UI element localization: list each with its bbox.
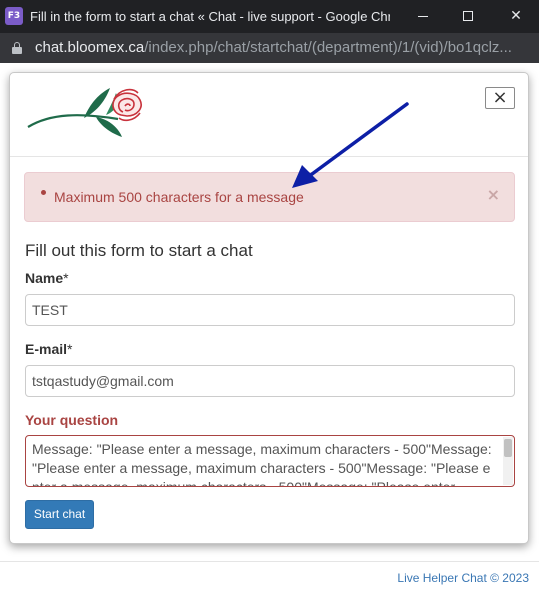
footer-link[interactable]: Live Helper Chat © 2023 [397,571,529,585]
start-chat-button[interactable]: Start chat [25,500,94,529]
question-textarea[interactable]: Message: "Please enter a message, maximu… [25,435,515,487]
question-text: Message: "Please enter a message, maximu… [32,441,492,487]
alert-close-button[interactable]: × [487,185,500,204]
close-icon: ✕ [510,8,522,24]
name-label-text: Name [25,270,64,286]
email-label-text: E-mail [25,341,68,357]
annotation-arrow-icon [292,102,409,188]
alert-message: Maximum 500 characters for a message [54,189,304,205]
maximize-icon [463,11,473,21]
rose-logo-icon [27,88,142,137]
textarea-scrollbar[interactable] [503,437,513,485]
name-label: Name* [25,270,69,286]
email-required-mark: * [67,341,73,357]
error-alert: Maximum 500 characters for a message × [24,172,515,222]
start-chat-modal: × Maximum 500 characters for a message ×… [9,72,529,544]
lock-icon [12,42,22,54]
minimize-icon [418,15,428,17]
minimize-button[interactable] [400,0,446,33]
name-input[interactable] [25,294,515,326]
url-path: /index.php/chat/startchat/(department)/1… [144,39,512,56]
window-close-button[interactable]: ✕ [493,0,539,33]
window-title: Fill in the form to start a chat « Chat … [30,9,390,24]
app-icon: F3 [5,7,23,25]
address-bar[interactable]: chat.bloomex.ca/index.php/chat/startchat… [0,33,539,63]
modal-close-button[interactable]: × [485,87,515,109]
question-label: Your question [25,412,119,428]
form-title: Fill out this form to start a chat [25,241,253,260]
alert-bullet-icon [41,190,46,195]
modal-header: × [10,73,528,157]
maximize-button[interactable] [445,0,491,33]
url-text[interactable]: chat.bloomex.ca/index.php/chat/startchat… [35,39,535,56]
email-input[interactable] [25,365,515,397]
email-label: E-mail* [25,341,72,357]
footer-divider [0,561,539,562]
url-domain: chat.bloomex.ca [35,39,145,56]
window-titlebar: F3 Fill in the form to start a chat « Ch… [0,0,539,33]
name-required-mark: * [63,270,69,286]
scrollbar-thumb[interactable] [504,439,512,457]
